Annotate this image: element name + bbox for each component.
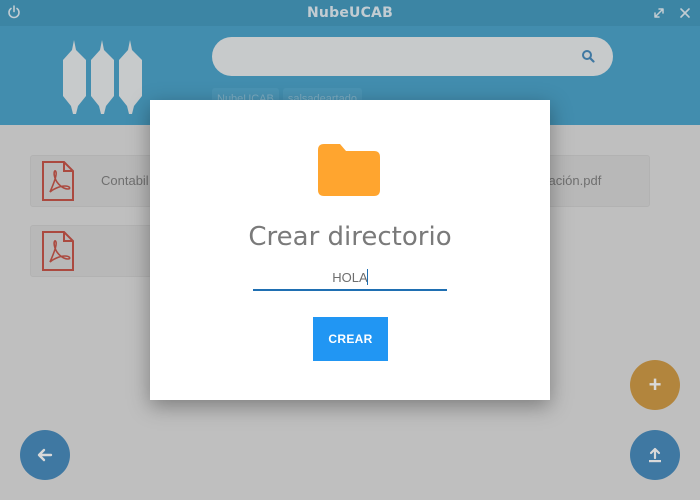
folder-icon [318, 144, 380, 196]
dialog-title: Crear directorio [248, 222, 452, 252]
text-caret [367, 269, 368, 285]
create-button[interactable]: CREAR [313, 317, 388, 361]
create-folder-dialog: Crear directorio CREAR [150, 100, 550, 400]
folder-name-input[interactable] [253, 265, 447, 291]
